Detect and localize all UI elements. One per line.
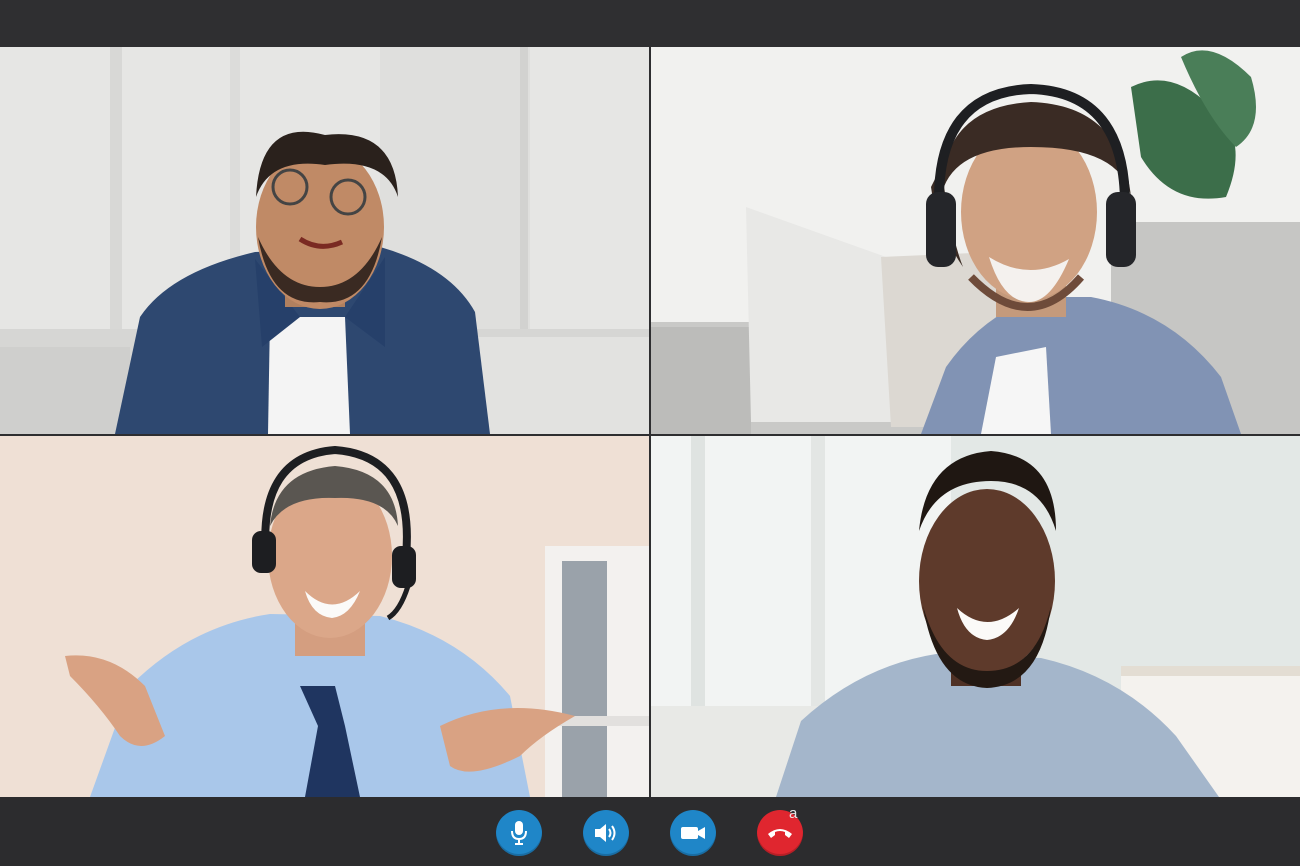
call-control-bar: a xyxy=(0,797,1300,866)
participant-video-1[interactable] xyxy=(0,47,649,434)
phone-hangup-icon xyxy=(768,829,792,838)
mute-microphone-button[interactable] xyxy=(496,810,542,856)
video-camera-icon xyxy=(681,827,705,839)
call-controls: a xyxy=(496,806,806,856)
participant-video-1-image xyxy=(0,47,649,434)
participant-video-2[interactable] xyxy=(651,47,1300,434)
toggle-video-button[interactable] xyxy=(670,810,716,856)
microphone-icon xyxy=(511,821,527,845)
participant-video-2-image xyxy=(651,47,1300,434)
participant-video-3-image xyxy=(0,436,649,797)
participant-video-4-image xyxy=(651,436,1300,797)
speaker-button[interactable] xyxy=(583,810,629,856)
speaker-icon xyxy=(595,824,616,842)
participant-video-3[interactable] xyxy=(0,436,649,797)
end-call-badge: a xyxy=(789,805,798,822)
video-call-window: a xyxy=(0,0,1300,866)
participant-grid xyxy=(0,47,1300,797)
top-bar xyxy=(0,0,1300,47)
participant-video-4[interactable] xyxy=(651,436,1300,797)
